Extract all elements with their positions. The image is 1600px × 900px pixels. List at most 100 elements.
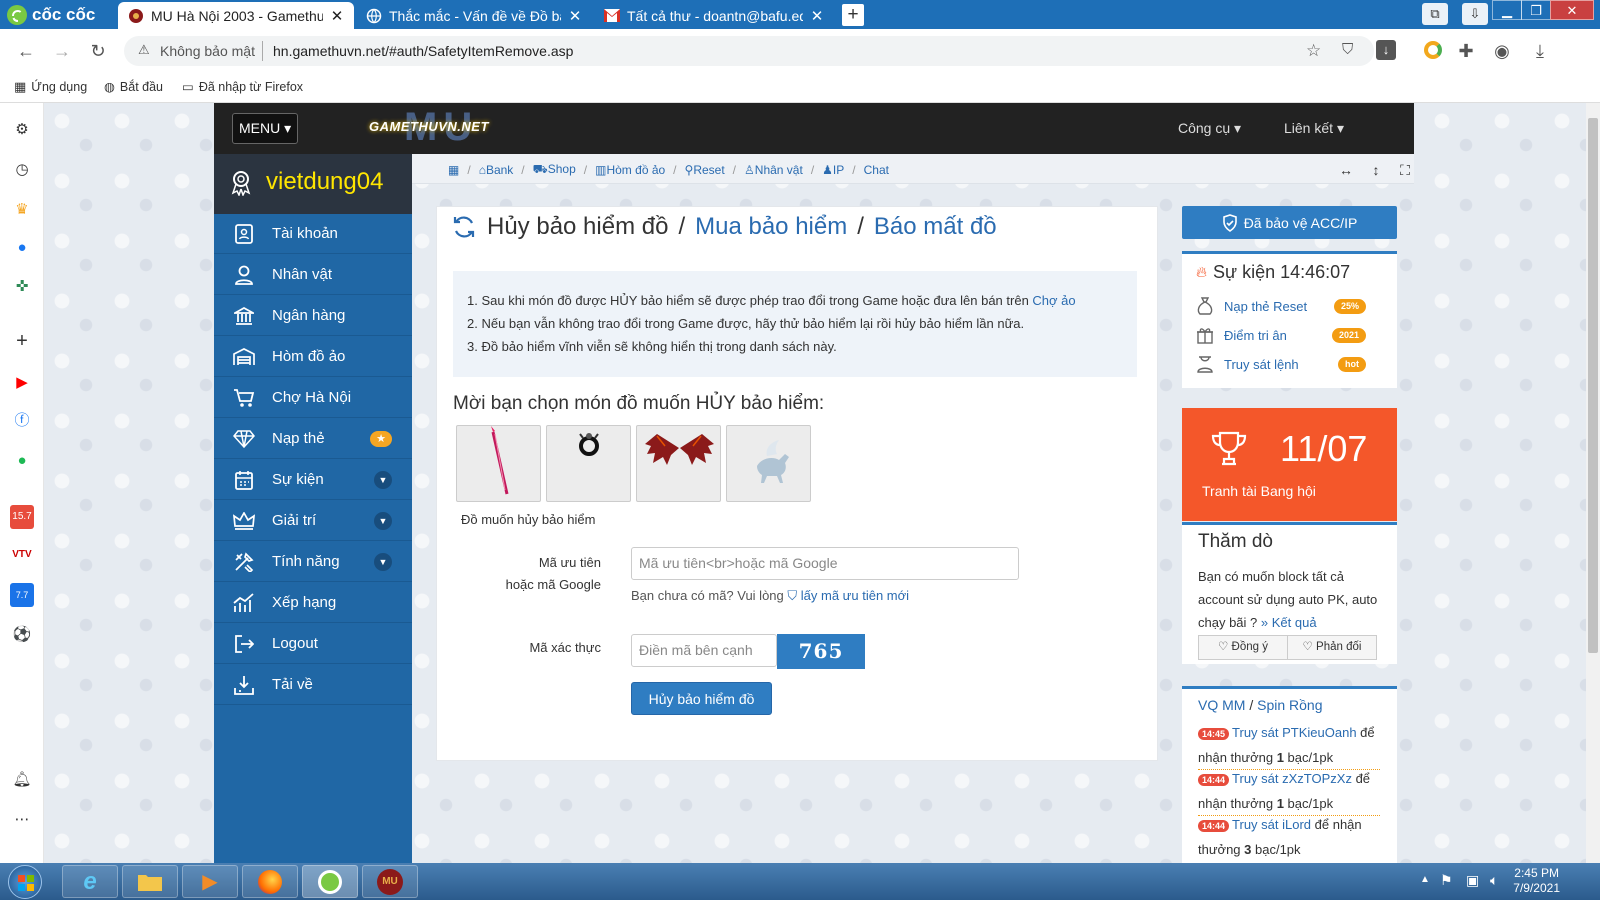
item-slot-spear[interactable] — [456, 425, 541, 502]
username[interactable]: vietdung04 — [266, 168, 383, 196]
bookmark-apps[interactable]: ▦ Ứng dụng — [14, 79, 87, 95]
sidebar-item-market[interactable]: Chợ Hà Nội — [214, 378, 412, 418]
item-slot-pegasus[interactable] — [726, 425, 811, 502]
poll-result-link[interactable]: » Kết quả — [1261, 615, 1317, 630]
tray-expand-icon[interactable]: ▲ — [1420, 874, 1430, 885]
event-gratitude-points[interactable]: Điểm tri ân 2021 — [1196, 326, 1386, 344]
shopee-icon[interactable]: 15.7 — [10, 505, 34, 529]
more-options-icon[interactable]: ⋯ — [10, 808, 34, 832]
messenger-icon[interactable]: ● — [10, 236, 34, 260]
screenshot-icon[interactable]: ⧉ — [1422, 3, 1448, 25]
close-window-button[interactable]: ✕ — [1550, 0, 1594, 20]
bookmark-start[interactable]: ◍ Bắt đầu — [104, 79, 163, 95]
taskbar-explorer[interactable] — [122, 865, 178, 898]
nav-tools[interactable]: Công cụ ▾ — [1178, 120, 1241, 137]
taskbar-clock[interactable]: 2:45 PM 7/9/2021 — [1513, 866, 1560, 896]
scrollbar-thumb[interactable] — [1588, 118, 1598, 653]
add-panel-icon[interactable]: + — [10, 329, 34, 353]
minimize-button[interactable]: ▁ — [1492, 0, 1522, 20]
event-hunt-order[interactable]: Truy sát lệnh hot — [1196, 355, 1386, 373]
sidebar-item-bank[interactable]: Ngân hàng — [214, 296, 412, 336]
get-priority-code-link[interactable]: ⛉ lấy mã ưu tiên mới — [787, 588, 909, 603]
history-icon[interactable]: ◷ — [10, 158, 34, 182]
save-video-icon[interactable]: ↓ — [1376, 40, 1396, 60]
sidebar-item-events[interactable]: Sự kiện ▼ — [214, 460, 412, 500]
warning-icon[interactable]: ⚠ — [138, 42, 150, 58]
spotify-icon[interactable]: ● — [10, 449, 34, 473]
expand-width-icon[interactable]: ↔ — [1337, 161, 1355, 179]
gamepad-icon[interactable]: ✜ — [10, 275, 34, 299]
sidebar-item-virtual-chest[interactable]: Hòm đồ ảo — [214, 337, 412, 377]
crumb-ip[interactable]: ♟IP — [822, 163, 844, 177]
puzzle-extensions-icon[interactable]: ✚ — [1454, 39, 1478, 63]
home-calendar-icon[interactable]: ▦ — [448, 163, 459, 177]
taskbar-mu-game[interactable]: MU — [362, 865, 418, 898]
sidebar-item-entertainment[interactable]: Giải trí ▼ — [214, 501, 412, 541]
tray-network-icon[interactable]: ⚑ — [1440, 872, 1453, 889]
crumb-shop[interactable]: ⛟Shop — [533, 162, 576, 178]
tray-volume-icon[interactable]: 🔈︎ — [1490, 872, 1498, 889]
virtual-market-link[interactable]: Chợ ảo — [1032, 293, 1075, 308]
sidebar-item-logout[interactable]: Logout — [214, 624, 412, 664]
crown-icon[interactable]: ♛ — [10, 198, 34, 222]
coccoc-logo[interactable]: cốc cốc — [6, 4, 95, 26]
buy-insurance-link[interactable]: Mua bảo hiểm — [695, 213, 847, 241]
spin-dragon-link[interactable]: Spin Rồng — [1257, 697, 1322, 713]
tiki-icon[interactable]: 7.7 — [10, 583, 34, 607]
bookmark-firefox-folder[interactable]: ▭ Đã nhập từ Firefox — [182, 79, 303, 95]
hunt-link[interactable]: Truy sát iLord — [1232, 817, 1311, 832]
taskbar-media-player[interactable]: ▶ — [182, 865, 238, 898]
expand-height-icon[interactable]: ↕ — [1367, 161, 1385, 179]
shield-icon[interactable]: ⛉ — [1342, 41, 1353, 58]
crumb-virtual-chest[interactable]: ▥Hòm đồ ảo — [595, 163, 665, 177]
taskbar-firefox[interactable] — [242, 865, 298, 898]
fullscreen-icon[interactable]: ⛶ — [1396, 161, 1414, 179]
bookmark-star-icon[interactable]: ☆ — [1306, 41, 1321, 61]
close-tab-icon[interactable]: ✕ — [810, 7, 824, 25]
notification-bell-icon[interactable]: 🔔︎ — [10, 768, 34, 792]
download-manager-icon[interactable]: ⇩ — [1462, 3, 1488, 25]
profile-icon[interactable]: ◉ — [1490, 39, 1514, 63]
extension-rotate-icon[interactable] — [1424, 41, 1442, 59]
item-slot-wings[interactable] — [636, 425, 721, 502]
maximize-button[interactable]: ❐ — [1521, 0, 1551, 20]
sidebar-item-character[interactable]: Nhân vật — [214, 255, 412, 295]
taskbar-ie[interactable]: e — [62, 865, 118, 898]
sidebar-item-account[interactable]: Tài khoản — [214, 214, 412, 254]
event-topup-reset[interactable]: Nạp thẻ Reset 25% — [1196, 297, 1386, 315]
settings-gear-icon[interactable]: ⚙ — [10, 118, 34, 142]
crumb-reset[interactable]: ⚲Reset — [685, 163, 725, 177]
new-tab-button[interactable]: + — [842, 4, 864, 26]
football-icon[interactable]: ⚽ — [10, 623, 34, 647]
item-slot-ring[interactable] — [546, 425, 631, 502]
clan-battle-box[interactable]: 11/07 Tranh tài Bang hội — [1182, 408, 1397, 521]
reload-button[interactable]: ↻ — [86, 39, 110, 63]
security-label[interactable]: Không bảo mật — [160, 43, 255, 59]
poll-disagree-button[interactable]: ♡ Phản đối — [1287, 635, 1377, 660]
omnibox[interactable]: ⚠ Không bảo mật hn.gamethuvn.net/#auth/S… — [124, 36, 1396, 66]
sidebar-item-download[interactable]: Tải về — [214, 665, 412, 705]
crumb-character[interactable]: ♙Nhân vật — [744, 163, 803, 177]
nav-links[interactable]: Liên kết ▾ — [1284, 120, 1344, 137]
chevron-down-icon[interactable]: ▼ — [374, 470, 392, 489]
cancel-insurance-button[interactable]: Hủy bảo hiểm đồ — [631, 682, 772, 715]
captcha-input[interactable]: Điền mã bên cạnh — [631, 634, 777, 667]
url-text[interactable]: hn.gamethuvn.net/#auth/SafetyItemRemove.… — [273, 43, 573, 59]
hunt-link[interactable]: Truy sát zXzTOPzXz — [1232, 771, 1352, 786]
poll-agree-button[interactable]: ♡ Đồng ý — [1198, 635, 1288, 660]
taskbar-coccoc[interactable] — [302, 865, 358, 898]
priority-code-input[interactable]: Mã ưu tiên<br>hoặc mã Google — [631, 547, 1019, 580]
tab-mu-hanoi[interactable]: MU Hà Nội 2003 - GamethuVN ✕ — [118, 2, 354, 29]
report-lost-link[interactable]: Báo mất đồ — [874, 213, 997, 241]
vqmm-link[interactable]: VQ MM — [1198, 697, 1245, 713]
tab-gmail[interactable]: Tất cả thư - doantn@bafu.edu.vn ✕ — [594, 2, 834, 29]
chevron-down-icon[interactable]: ▼ — [374, 552, 392, 571]
back-button[interactable]: ← — [14, 39, 38, 63]
captcha-image[interactable]: 765 — [777, 634, 865, 669]
sidebar-item-ranking[interactable]: Xếp hạng — [214, 583, 412, 623]
downloads-icon[interactable]: ⤓ — [1528, 39, 1552, 63]
site-logo[interactable]: GAMETHUVN.NET — [369, 119, 489, 134]
forward-button[interactable]: → — [50, 39, 74, 63]
close-tab-icon[interactable]: ✕ — [568, 7, 582, 25]
menu-button[interactable]: MENU ▾ — [232, 113, 299, 144]
